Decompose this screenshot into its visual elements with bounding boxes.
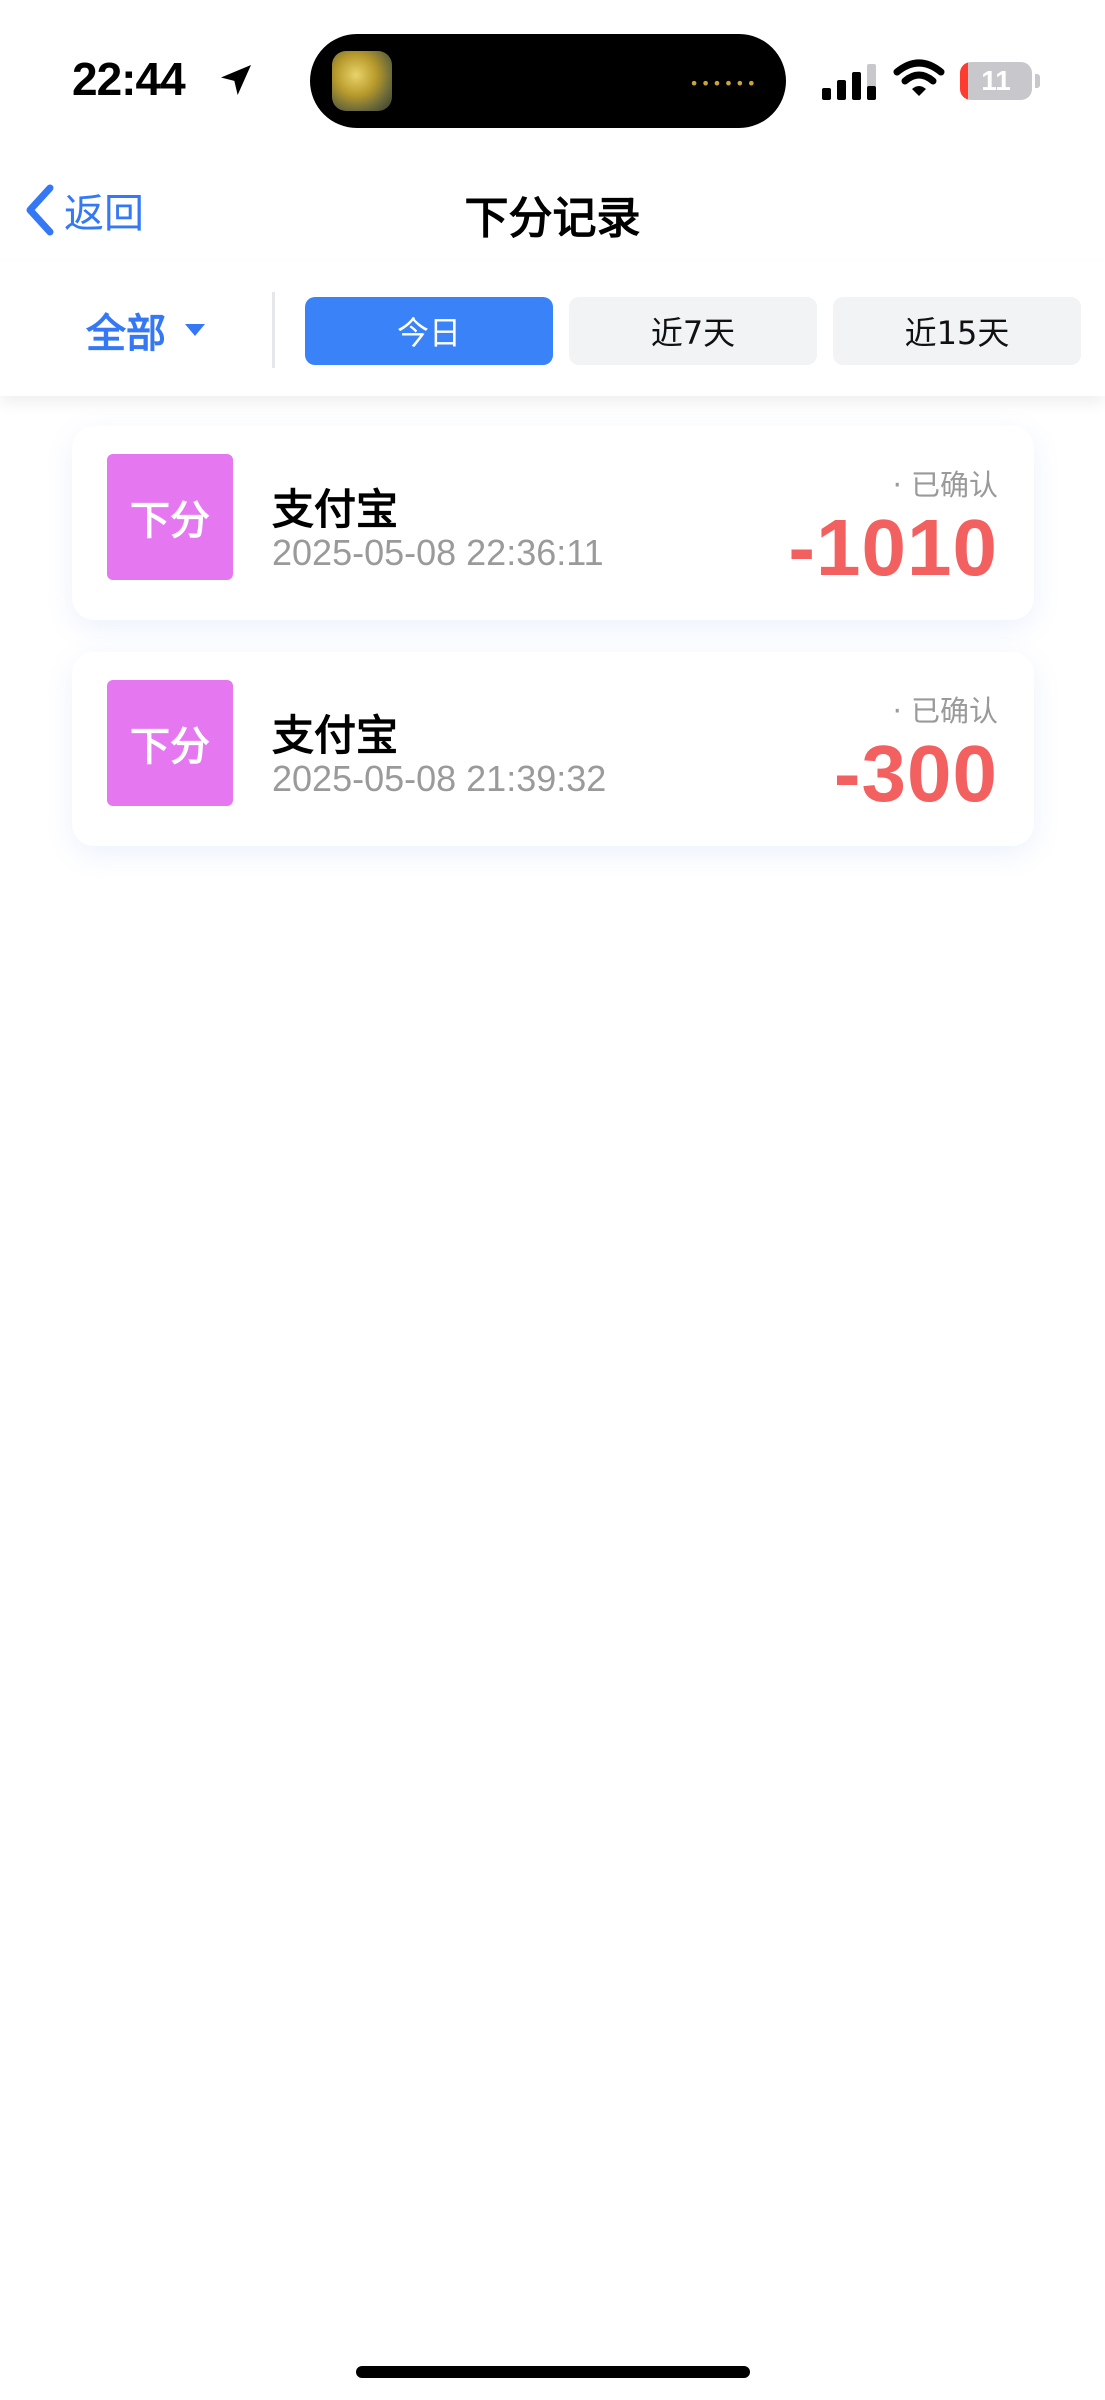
record-status: · 已确认 xyxy=(892,468,998,502)
dynamic-island[interactable]: •••••• xyxy=(310,34,786,128)
record-payment-method: 支付宝 xyxy=(272,485,399,534)
record-payment-method: 支付宝 xyxy=(272,711,399,760)
nav-bar: 返回 下分记录 xyxy=(0,160,1105,260)
wifi-icon xyxy=(893,59,945,96)
home-indicator[interactable] xyxy=(356,2366,750,2378)
filter-bar: 全部 今日 近7天 近15天 xyxy=(0,262,1105,396)
record-amount: -1010 xyxy=(788,503,998,592)
record-amount: -300 xyxy=(833,729,998,818)
tab-last-7-days[interactable]: 近7天 xyxy=(569,297,817,365)
now-playing-thumbnail xyxy=(332,51,392,111)
record-timestamp: 2025-05-08 22:36:11 xyxy=(272,532,604,573)
category-label: 全部 xyxy=(86,311,166,357)
record-card[interactable]: 下分 支付宝 2025-05-08 21:39:32 · 已确认 -300 xyxy=(72,652,1034,846)
page-title: 下分记录 xyxy=(464,193,641,244)
cellular-signal-icon xyxy=(822,64,876,100)
status-time: 22:44 xyxy=(72,53,186,105)
audio-activity-indicator: •••••• xyxy=(689,74,758,93)
location-arrow-icon xyxy=(221,65,251,95)
battery-icon: 11 xyxy=(960,62,1040,100)
record-type-badge: 下分 xyxy=(107,454,233,580)
battery-percentage: 11 xyxy=(981,65,1011,96)
category-dropdown[interactable]: 全部 xyxy=(86,300,206,360)
record-type-badge: 下分 xyxy=(107,680,233,806)
record-card[interactable]: 下分 支付宝 2025-05-08 22:36:11 · 已确认 -1010 xyxy=(72,426,1034,620)
status-bar: 22:44 •••••• 11 xyxy=(0,0,1105,160)
caret-down-icon xyxy=(185,324,205,336)
record-status: · 已确认 xyxy=(892,694,998,728)
filter-divider xyxy=(272,292,275,368)
tab-last-15-days[interactable]: 近15天 xyxy=(833,297,1081,365)
record-timestamp: 2025-05-08 21:39:32 xyxy=(272,758,607,799)
tab-today[interactable]: 今日 xyxy=(305,297,553,365)
